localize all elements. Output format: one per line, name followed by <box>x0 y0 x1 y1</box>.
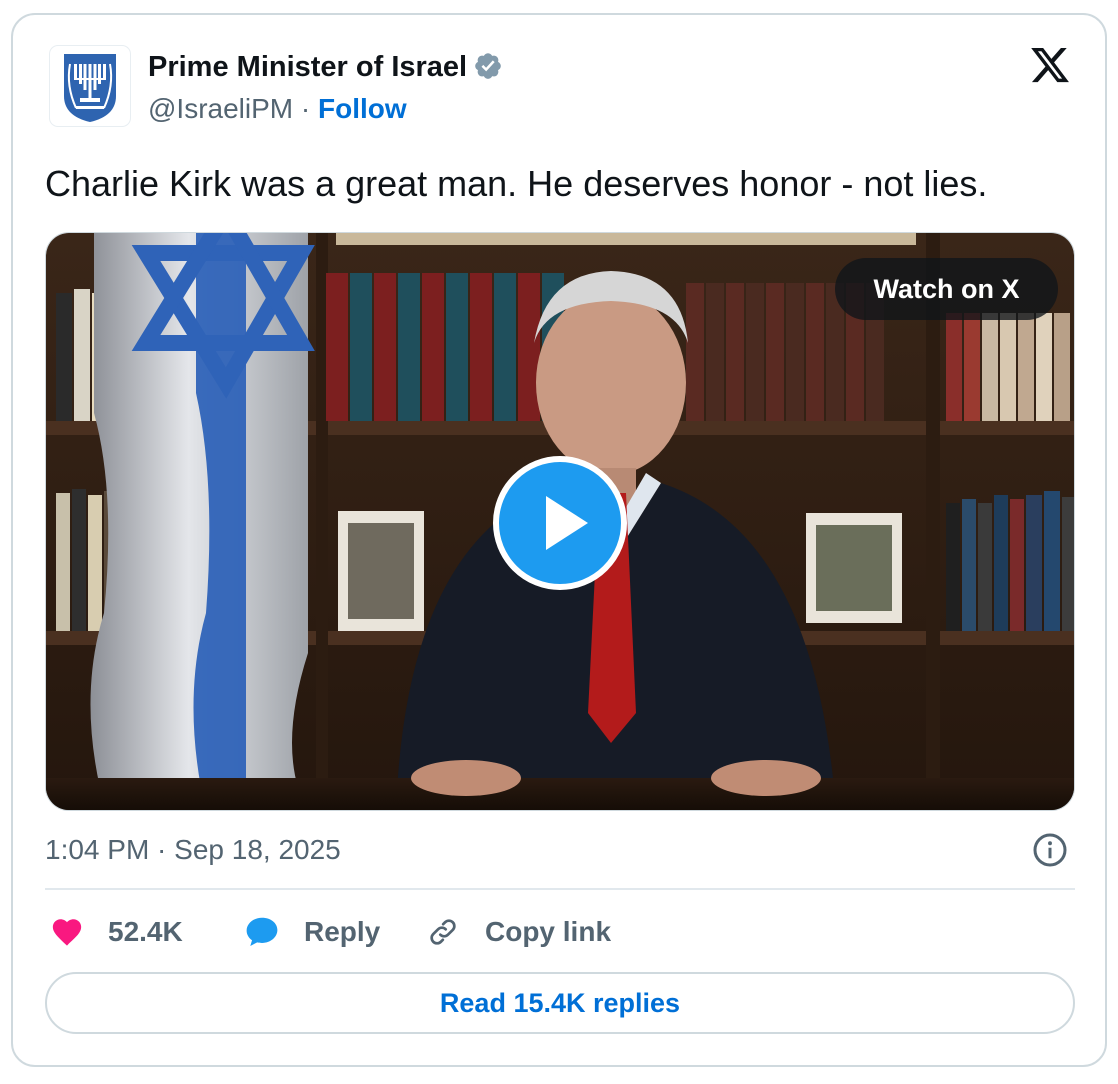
play-icon[interactable] <box>493 456 627 590</box>
reply-label: Reply <box>304 916 381 947</box>
author-handle-row: @IsraeliPM · Follow <box>148 91 407 127</box>
follow-button[interactable]: Follow <box>318 93 407 124</box>
author-name-text[interactable]: Prime Minister of Israel <box>148 51 467 83</box>
copy-link-label: Copy link <box>485 916 612 947</box>
info-icon[interactable] <box>1032 832 1068 868</box>
author-handle[interactable]: @IsraeliPM <box>148 93 293 124</box>
tweet-text: Charlie Kirk was a great man. He deserve… <box>45 163 988 204</box>
copy-link-button[interactable]: Copy link <box>425 908 611 956</box>
watch-on-x-button[interactable]: Watch on X <box>835 258 1058 320</box>
x-logo-icon[interactable] <box>1028 44 1072 86</box>
heart-icon <box>52 919 82 946</box>
handle-separator: · <box>300 93 311 124</box>
tweet-timestamp[interactable]: 1:04 PM · Sep 18, 2025 <box>45 831 341 869</box>
like-button[interactable]: 52.4K <box>50 908 183 956</box>
link-icon <box>430 919 456 945</box>
verified-badge-icon <box>475 53 501 79</box>
reply-bubble-icon <box>246 917 278 946</box>
read-replies-button[interactable]: Read 15.4K replies <box>45 972 1075 1034</box>
likes-count: 52.4K <box>108 916 183 947</box>
reply-button[interactable]: Reply <box>244 908 380 956</box>
author-name[interactable]: Prime Minister of Israel <box>148 48 503 86</box>
divider <box>45 888 1075 890</box>
israel-emblem-icon[interactable] <box>50 46 130 126</box>
